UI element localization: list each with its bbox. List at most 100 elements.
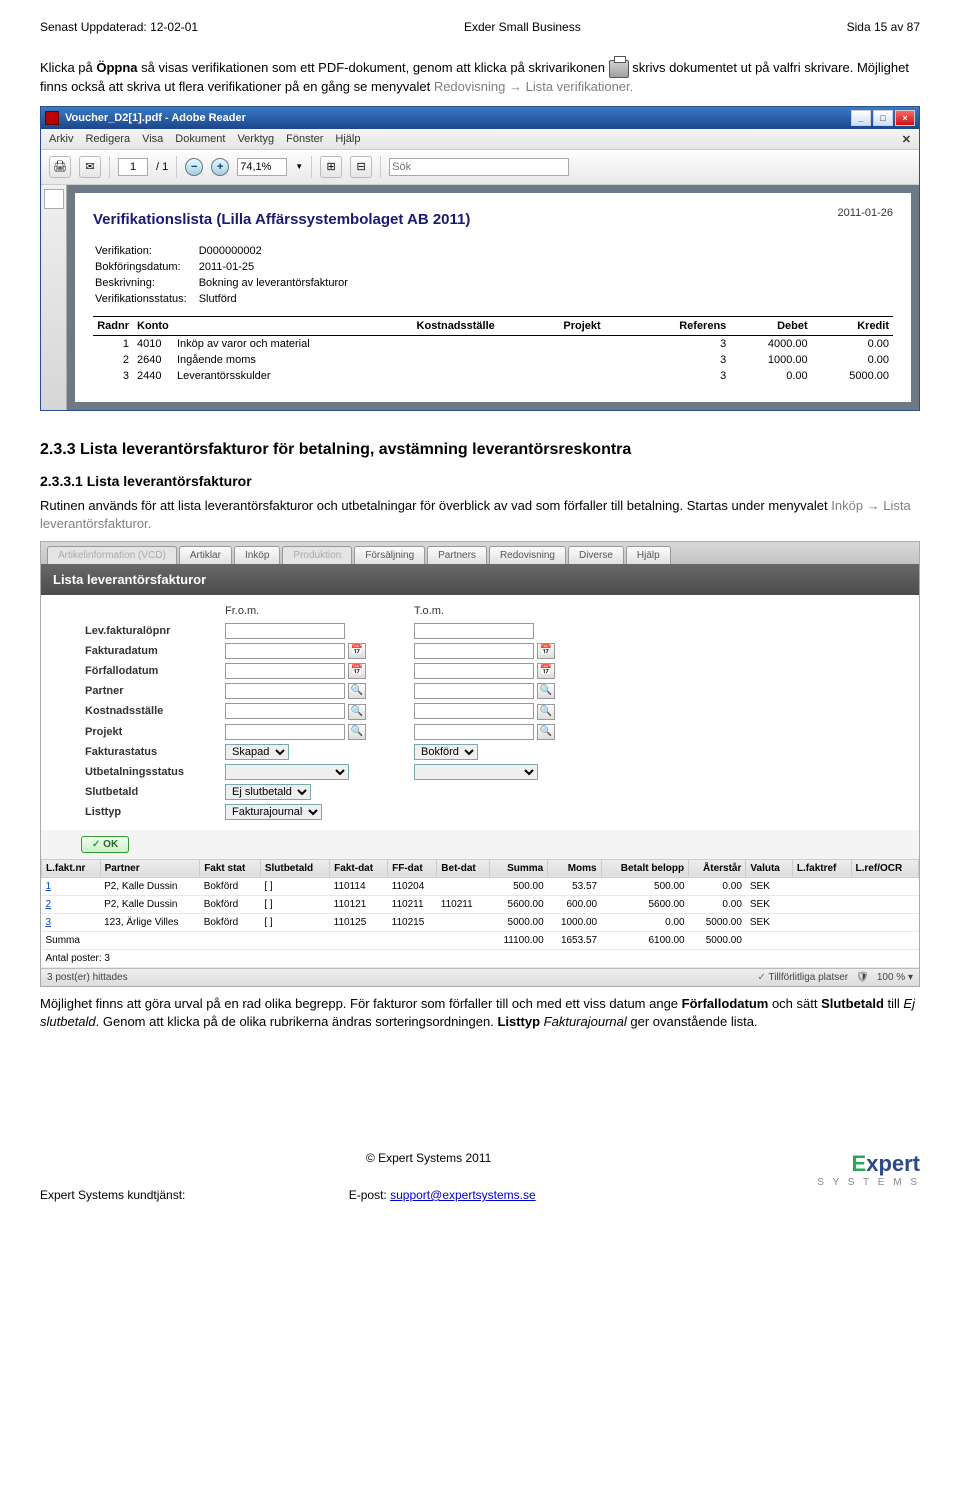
partner-from[interactable] [225, 683, 345, 699]
menu-redigera[interactable]: Redigera [85, 133, 130, 145]
col-header[interactable]: L.ref/OCR [851, 859, 918, 877]
listtyp-select[interactable]: Fakturajournal [225, 804, 322, 820]
slutbetald-select[interactable]: Ej slutbetald [225, 784, 311, 800]
search-input[interactable] [389, 158, 569, 176]
tab-produktion[interactable]: Produktion [282, 546, 352, 564]
meta-lbl: Beskrivning: [95, 276, 197, 290]
col-from: Fr.o.m. [221, 603, 370, 621]
zoom-level[interactable]: 100 % ▾ [877, 972, 913, 983]
t: . Genom att klicka på de olika rubrikern… [96, 1014, 498, 1029]
meta-lbl: Bokföringsdatum: [95, 260, 197, 274]
calendar-icon[interactable]: 📅 [537, 643, 555, 659]
minimize-button[interactable]: _ [851, 110, 871, 126]
page-num: Sida 15 av 87 [847, 20, 920, 34]
tab-partners[interactable]: Partners [427, 546, 487, 564]
fakturadatum-to[interactable] [414, 643, 534, 659]
tab-redovisning[interactable]: Redovisning [489, 546, 566, 564]
calendar-icon[interactable]: 📅 [348, 643, 366, 659]
fakturastatus-to[interactable]: Bokförd [414, 744, 478, 760]
col-header[interactable]: Valuta [746, 859, 793, 877]
tab-inkop[interactable]: Inköp [234, 546, 280, 564]
close-button[interactable]: × [895, 110, 915, 126]
invoice-link[interactable]: 1 [46, 881, 52, 892]
projekt-to[interactable] [414, 724, 534, 740]
calendar-icon[interactable]: 📅 [537, 663, 555, 679]
partner-to[interactable] [414, 683, 534, 699]
fakturastatus-from[interactable]: Skapad [225, 744, 289, 760]
tab-forsaljning[interactable]: Försäljning [354, 546, 425, 564]
col-to: T.o.m. [410, 603, 559, 621]
col-header[interactable]: Partner [100, 859, 200, 877]
chevron-down-icon[interactable]: ▼ [295, 162, 303, 171]
col-header[interactable]: Fakt-dat [330, 859, 388, 877]
section-233: 2.3.3 Lista leverantörsfakturor för beta… [40, 441, 920, 459]
email-button[interactable]: ✉ [79, 156, 101, 178]
forfallodatum-from[interactable] [225, 663, 345, 679]
ok-button[interactable]: OK [81, 836, 129, 853]
table-row: 2P2, Kalle DussinBokförd[ ]1101211102111… [42, 895, 919, 913]
print-button[interactable]: 🖨 [49, 156, 71, 178]
search-icon[interactable]: 🔍 [537, 704, 555, 720]
fit-page-button[interactable]: ⊞ [320, 156, 342, 178]
calendar-icon[interactable]: 📅 [348, 663, 366, 679]
col-header[interactable]: Återstår [689, 859, 746, 877]
utbetalning-to[interactable] [414, 764, 538, 780]
col-header[interactable]: FF-dat [388, 859, 437, 877]
doc-close-icon[interactable]: ✕ [902, 133, 911, 146]
lopnr-to[interactable] [414, 623, 534, 639]
forfallodatum-to[interactable] [414, 663, 534, 679]
pages-panel-button[interactable] [44, 189, 64, 209]
menu-arkiv[interactable]: Arkiv [49, 133, 73, 145]
lopnr-from[interactable] [225, 623, 345, 639]
search-icon[interactable]: 🔍 [537, 683, 555, 699]
t: E [852, 1151, 867, 1176]
col: Kostnadsställe [413, 316, 560, 335]
tab-diverse[interactable]: Diverse [568, 546, 624, 564]
invoice-link[interactable]: 3 [46, 917, 52, 928]
maximize-button[interactable]: □ [873, 110, 893, 126]
invoice-link[interactable]: 2 [46, 899, 52, 910]
col-header[interactable]: Summa [489, 859, 547, 877]
menu-hjalp[interactable]: Hjälp [335, 133, 360, 145]
lbl: Kostnadsställe [81, 701, 221, 721]
col-header[interactable]: Bet-dat [437, 859, 490, 877]
menu-dokument[interactable]: Dokument [175, 133, 225, 145]
kostnadsstalle-to[interactable] [414, 703, 534, 719]
trusted-sites[interactable]: Tillförlitliga platser [757, 972, 848, 983]
window-titlebar[interactable]: Voucher_D2[1].pdf - Adobe Reader _ □ × [41, 107, 919, 129]
fit-width-button[interactable]: ⊟ [350, 156, 372, 178]
menu-verktyg[interactable]: Verktyg [237, 133, 274, 145]
menu-fonster[interactable]: Fönster [286, 133, 323, 145]
fakturadatum-from[interactable] [225, 643, 345, 659]
search-icon[interactable]: 🔍 [537, 724, 555, 740]
kostnadsstalle-from[interactable] [225, 703, 345, 719]
zoom-out-button[interactable]: − [185, 158, 203, 176]
col-header[interactable]: Fakt stat [200, 859, 261, 877]
protected-mode-icon[interactable]: 🛡 [856, 972, 869, 983]
intro-para: Klicka på Öppna så visas verifikationen … [40, 59, 920, 96]
email-link[interactable]: support@expertsystems.se [390, 1188, 536, 1202]
col-header[interactable]: L.fakt.nr [42, 859, 101, 877]
menu-bar: Arkiv Redigera Visa Dokument Verktyg Fön… [41, 129, 919, 149]
col: Debet [730, 316, 811, 335]
page-input[interactable] [118, 158, 148, 176]
zoom-input[interactable] [237, 158, 287, 176]
col-header[interactable]: Slutbetald [260, 859, 329, 877]
tab-hjalp[interactable]: Hjälp [626, 546, 671, 564]
col-header[interactable]: Betalt belopp [601, 859, 689, 877]
search-icon[interactable]: 🔍 [348, 683, 366, 699]
utbetalning-from[interactable] [225, 764, 349, 780]
table-row: 14010Inköp av varor och material34000.00… [93, 335, 893, 352]
projekt-from[interactable] [225, 724, 345, 740]
search-icon[interactable]: 🔍 [348, 704, 366, 720]
arrow-icon: → [863, 498, 883, 513]
col-header[interactable]: L.faktref [792, 859, 851, 877]
t: och sätt [768, 996, 821, 1011]
menu-visa[interactable]: Visa [142, 133, 163, 145]
tab-artiklar[interactable]: Artiklar [179, 546, 232, 564]
col-header[interactable]: Moms [548, 859, 601, 877]
tab-artikelinfo[interactable]: Artikelinformation (VCD) [47, 546, 177, 564]
zoom-in-button[interactable]: + [211, 158, 229, 176]
arrow-icon: → [505, 79, 525, 94]
search-icon[interactable]: 🔍 [348, 724, 366, 740]
